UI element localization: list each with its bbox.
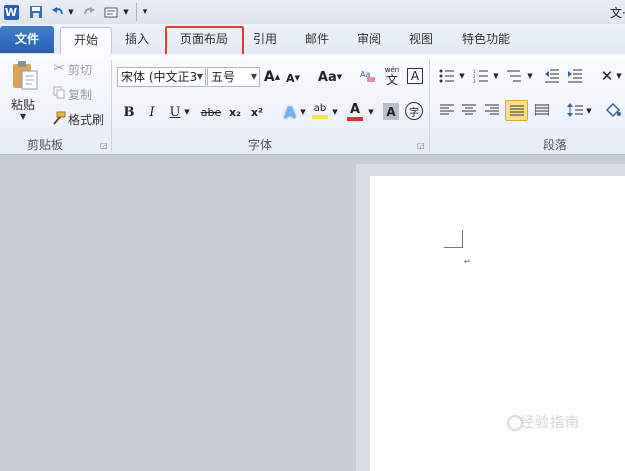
tab-mailings[interactable]: 邮件	[300, 27, 334, 52]
strikethrough-button[interactable]: abe	[200, 104, 222, 120]
font-color-dropdown-icon[interactable]: ▼	[367, 104, 375, 120]
clipboard-group-label: 剪贴板	[26, 138, 63, 152]
character-shading-icon[interactable]: A	[383, 103, 399, 120]
group-divider	[111, 60, 112, 152]
clipboard-launcher-icon[interactable]: ◲	[100, 141, 108, 150]
paste-icon[interactable]	[10, 58, 40, 92]
group-divider	[429, 60, 430, 152]
line-spacing-dropdown-icon[interactable]: ▼	[585, 105, 593, 117]
font-name-value: 宋体 (中文正3	[121, 70, 198, 84]
watermark-text: 经验指南	[520, 415, 580, 431]
text-effects-icon[interactable]: A	[281, 102, 299, 122]
character-border-icon[interactable]: A	[407, 68, 423, 84]
multilevel-dropdown-icon[interactable]: ▼	[526, 70, 534, 82]
change-case-icon[interactable]: Aa ▼	[318, 68, 342, 86]
word-app-icon[interactable]: W	[3, 3, 19, 21]
save-icon[interactable]	[28, 3, 44, 21]
font-size-combo[interactable]: 五号 ▼	[207, 67, 260, 87]
copy-label[interactable]: 复制	[68, 86, 92, 103]
decrease-indent-icon[interactable]	[543, 67, 561, 85]
line-spacing-icon[interactable]	[566, 102, 584, 118]
paste-dropdown-icon[interactable]: ▼	[20, 112, 26, 121]
underline-dropdown-icon[interactable]: ▼	[183, 104, 191, 120]
italic-button[interactable]: I	[145, 104, 159, 120]
quick-access-toolbar: W ▼ ▼ ▾ 文·	[0, 0, 625, 24]
numbering-icon[interactable]: 123	[472, 67, 490, 85]
enclose-characters-icon[interactable]: 字	[405, 102, 423, 120]
bullets-icon[interactable]	[438, 67, 456, 85]
customize-qat-icon[interactable]: ▾	[140, 3, 150, 21]
shrink-font-icon[interactable]: A ▼	[286, 70, 300, 86]
svg-text:3: 3	[473, 79, 476, 83]
paragraph-group-label: 段落	[542, 138, 567, 152]
grow-font-icon[interactable]: A ▲	[264, 68, 280, 86]
distributed-icon[interactable]	[533, 102, 551, 118]
format-painter-icon	[50, 110, 66, 126]
page-layout-highlight-box	[165, 26, 244, 56]
document-page[interactable]	[370, 176, 625, 471]
paste-label[interactable]: 粘贴	[11, 96, 35, 113]
format-painter-label[interactable]: 格式刷	[68, 111, 104, 128]
redo-icon[interactable]	[81, 3, 97, 21]
font-launcher-icon[interactable]: ◲	[417, 141, 425, 150]
superscript-button[interactable]: x²	[249, 104, 265, 120]
bullets-dropdown-icon[interactable]: ▼	[458, 70, 466, 82]
print-preview-icon[interactable]	[103, 3, 121, 21]
bold-button[interactable]: B	[122, 104, 136, 120]
justify-icon[interactable]	[505, 100, 528, 121]
font-name-combo[interactable]: 宋体 (中文正3 ▼	[117, 67, 206, 87]
tab-review[interactable]: 审阅	[352, 27, 386, 52]
font-size-dropdown-icon[interactable]: ▼	[251, 68, 257, 86]
tab-home[interactable]: 开始	[60, 27, 112, 55]
tab-references[interactable]: 引用	[248, 27, 282, 52]
font-color-icon[interactable]: A	[346, 100, 364, 122]
align-right-icon[interactable]	[483, 102, 501, 118]
numbering-dropdown-icon[interactable]: ▼	[492, 70, 500, 82]
ribbon-tab-bar: 文件 开始 插入 页面布局 引用 邮件 审阅 视图 特色功能	[0, 24, 625, 55]
chinese-layout-icon[interactable]: ✕	[598, 67, 616, 85]
highlight-dropdown-icon[interactable]: ▼	[331, 104, 339, 120]
align-center-icon[interactable]	[460, 102, 478, 118]
clear-format-icon[interactable]: Aa	[360, 67, 376, 85]
tab-special-features[interactable]: 特色功能	[456, 27, 516, 52]
undo-dropdown-icon[interactable]: ▼	[67, 3, 75, 21]
cut-label[interactable]: 剪切	[68, 61, 92, 78]
highlight-color-icon[interactable]: ab	[311, 100, 329, 122]
align-left-icon[interactable]	[438, 102, 456, 118]
paragraph-mark: ↵	[464, 257, 471, 266]
font-group-label: 字体	[247, 138, 272, 152]
tab-view[interactable]: 视图	[404, 27, 438, 52]
phonetic-guide-icon[interactable]: wén 文	[382, 66, 402, 86]
increase-indent-icon[interactable]	[566, 67, 584, 85]
copy-icon	[52, 85, 66, 99]
margin-corner-mark	[444, 230, 463, 248]
chinese-layout-dropdown-icon[interactable]: ▼	[615, 70, 623, 82]
font-size-value: 五号	[211, 70, 236, 84]
tab-insert[interactable]: 插入	[118, 27, 156, 52]
undo-icon[interactable]	[50, 3, 66, 21]
underline-button[interactable]: U	[168, 104, 182, 120]
word-logo-letter: W	[3, 4, 19, 20]
qat-dropdown-icon[interactable]: ▼	[122, 3, 130, 21]
subscript-button[interactable]: x₂	[227, 104, 243, 120]
font-name-dropdown-icon[interactable]: ▼	[197, 68, 203, 86]
tab-file[interactable]: 文件	[0, 26, 54, 53]
window-title: 文·	[610, 5, 625, 20]
multilevel-list-icon[interactable]	[505, 67, 523, 85]
shading-icon[interactable]	[604, 100, 622, 120]
cut-icon: ✂	[53, 60, 65, 76]
text-effects-dropdown-icon[interactable]: ▼	[299, 104, 307, 120]
